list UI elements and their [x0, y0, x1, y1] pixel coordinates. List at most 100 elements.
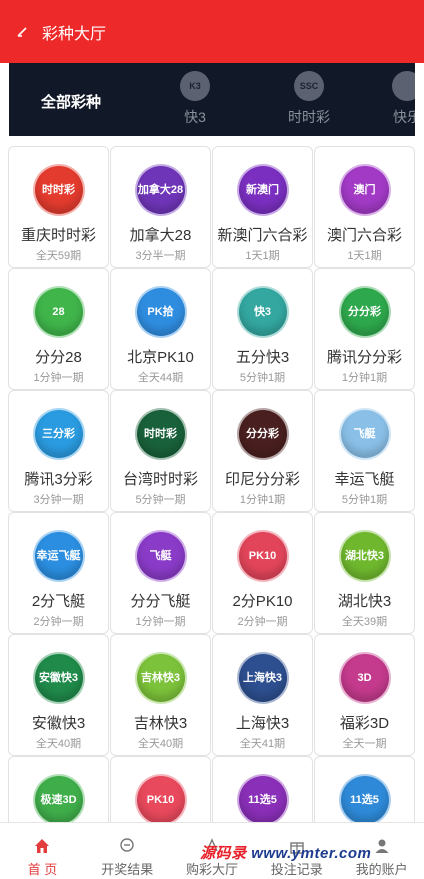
- back-icon[interactable]: [14, 24, 30, 40]
- game-logo-icon: 三分彩: [32, 408, 85, 460]
- game-frequency: 5分钟一期: [135, 494, 186, 506]
- game-logo-icon: 11选5: [338, 774, 391, 826]
- game-card[interactable]: 新澳门新澳门六合彩 1天1期: [212, 146, 313, 268]
- game-name: 腾讯3分彩: [24, 471, 93, 488]
- game-logo-icon: 吉林快3: [134, 652, 187, 704]
- game-logo-icon: 澳门: [338, 164, 391, 216]
- game-card[interactable]: 上海快3 上海快3 全天41期: [212, 634, 313, 756]
- game-frequency: 全天41期: [239, 738, 286, 750]
- game-frequency: 1分钟1期: [239, 494, 286, 506]
- game-logo-icon: 飞艇: [338, 408, 391, 460]
- game-logo-icon: 湖北快3: [338, 530, 391, 582]
- tab-all-games[interactable]: 全部彩种: [41, 91, 101, 112]
- game-name: 澳门六合彩: [326, 227, 402, 244]
- game-name: 加拿大28: [129, 227, 192, 244]
- game-logo-icon: 飞艇: [134, 530, 187, 582]
- game-frequency: 1分钟一期: [33, 372, 84, 384]
- game-logo-icon: 分分彩: [338, 286, 391, 338]
- game-card[interactable]: 幸运飞艇 2分飞艇 2分钟一期: [8, 512, 109, 634]
- game-frequency: 1分钟1期: [341, 372, 388, 384]
- home-icon: [33, 837, 51, 855]
- game-name: 安徽快3: [31, 715, 86, 732]
- game-frequency: 2分钟一期: [237, 616, 288, 628]
- game-logo-icon: 极速3D: [32, 774, 85, 826]
- game-logo-icon: 新澳门: [236, 164, 289, 216]
- game-name: 台湾时时彩: [122, 471, 198, 488]
- game-card[interactable]: 加拿大28 加拿大28 3分半一期: [110, 146, 211, 268]
- game-frequency: 全天一期: [342, 738, 387, 750]
- game-card[interactable]: 澳门 澳门六合彩 1天1期: [314, 146, 415, 268]
- game-logo-icon: 上海快3: [236, 652, 289, 704]
- game-card[interactable]: 吉林快3 吉林快3 全天40期: [110, 634, 211, 756]
- game-logo-icon: 28: [32, 286, 85, 338]
- tab-label: 快3: [184, 109, 206, 125]
- game-card[interactable]: 3D 福彩3D 全天一期: [314, 634, 415, 756]
- user-icon: [373, 837, 391, 855]
- game-name: 分分飞艇: [130, 593, 191, 610]
- page-title: 彩种大厅: [42, 25, 107, 43]
- game-frequency: 全天59期: [35, 250, 82, 262]
- watermark-url: www.ymter.com: [251, 845, 372, 862]
- game-logo-icon: 3D: [338, 652, 391, 704]
- game-frequency: 全天39期: [341, 616, 388, 628]
- nav-home[interactable]: 首 页: [0, 823, 85, 879]
- tab-k3[interactable]: K3 快3: [165, 71, 225, 127]
- game-frequency: 全天40期: [35, 738, 82, 750]
- game-logo-icon: 时时彩: [32, 164, 85, 216]
- game-card[interactable]: 安徽快3 安徽快3 全天40期: [8, 634, 109, 756]
- game-name: 湖北快3: [337, 593, 392, 610]
- k3-icon: K3: [180, 71, 210, 101]
- game-name: 五分快3: [235, 349, 290, 366]
- game-name: 腾讯分分彩: [326, 349, 402, 366]
- app-header: 彩种大厅: [0, 0, 424, 63]
- game-frequency: 5分钟1期: [239, 372, 286, 384]
- game-logo-icon: 分分彩: [236, 408, 289, 460]
- game-card[interactable]: 三分彩腾讯3分彩 3分钟一期: [8, 390, 109, 512]
- game-logo-icon: PK10: [236, 530, 289, 582]
- game-frequency: 3分半一期: [135, 250, 186, 262]
- game-card[interactable]: 分分彩印尼分分彩 1分钟1期: [212, 390, 313, 512]
- game-card[interactable]: 时时彩台湾时时彩 5分钟一期: [110, 390, 211, 512]
- game-card[interactable]: 飞艇分分飞艇 1分钟一期: [110, 512, 211, 634]
- game-name: 2分PK10: [232, 593, 293, 610]
- game-card[interactable]: 28 分分28 1分钟一期: [8, 268, 109, 390]
- game-card[interactable]: PK10 2分PK10 2分钟一期: [212, 512, 313, 634]
- game-frequency: 全天40期: [137, 738, 184, 750]
- game-name: 分分28: [35, 349, 82, 366]
- nav-label: 开奖结果: [101, 862, 154, 877]
- category-tabs: 全部彩种 K3 快3 SSC 时时彩 快乐: [9, 63, 415, 136]
- kl-icon: [392, 71, 415, 101]
- game-name: 幸运飞艇: [334, 471, 395, 488]
- game-card[interactable]: 湖北快3 湖北快3 全天39期: [314, 512, 415, 634]
- game-logo-icon: 快3: [236, 286, 289, 338]
- game-frequency: 1分钟一期: [135, 616, 186, 628]
- game-card[interactable]: PK拾 北京PK10 全天44期: [110, 268, 211, 390]
- trophy-icon: [118, 837, 136, 855]
- game-card[interactable]: 时时彩 重庆时时彩 全天59期: [8, 146, 109, 268]
- game-logo-icon: 幸运飞艇: [32, 530, 85, 582]
- tab-label: 时时彩: [288, 109, 330, 125]
- game-name: 北京PK10: [127, 349, 194, 366]
- game-card[interactable]: 分分彩腾讯分分彩 1分钟1期: [314, 268, 415, 390]
- game-card[interactable]: 飞艇幸运飞艇 5分钟1期: [314, 390, 415, 512]
- game-logo-icon: 安徽快3: [32, 652, 85, 704]
- nav-label: 首 页: [27, 862, 58, 877]
- game-frequency: 2分钟一期: [33, 616, 84, 628]
- game-name: 2分飞艇: [31, 593, 86, 610]
- watermark-brand: 源码录: [200, 845, 247, 862]
- game-frequency: 5分钟1期: [341, 494, 388, 506]
- game-card[interactable]: 快3 五分快3 5分钟1期: [212, 268, 313, 390]
- game-grid: 时时彩 重庆时时彩 全天59期 加拿大28 加拿大28 3分半一期 新澳门 新澳门六合彩 1天1…: [8, 146, 416, 878]
- game-frequency: 3分钟一期: [33, 494, 84, 506]
- game-logo-icon: 11选5: [236, 774, 289, 826]
- game-name: 上海快3: [235, 715, 290, 732]
- nav-results[interactable]: 开奖结果: [85, 823, 170, 879]
- game-name: 印尼分分彩: [224, 471, 300, 488]
- tab-kl[interactable]: 快乐: [377, 71, 415, 127]
- watermark: 源码录 www.ymter.com: [200, 842, 371, 863]
- game-name: 新澳门六合彩: [217, 227, 308, 244]
- game-frequency: 全天44期: [137, 372, 184, 384]
- game-logo-icon: 时时彩: [134, 408, 187, 460]
- game-frequency: 1天1期: [245, 250, 280, 262]
- tab-ssc[interactable]: SSC 时时彩: [279, 71, 339, 127]
